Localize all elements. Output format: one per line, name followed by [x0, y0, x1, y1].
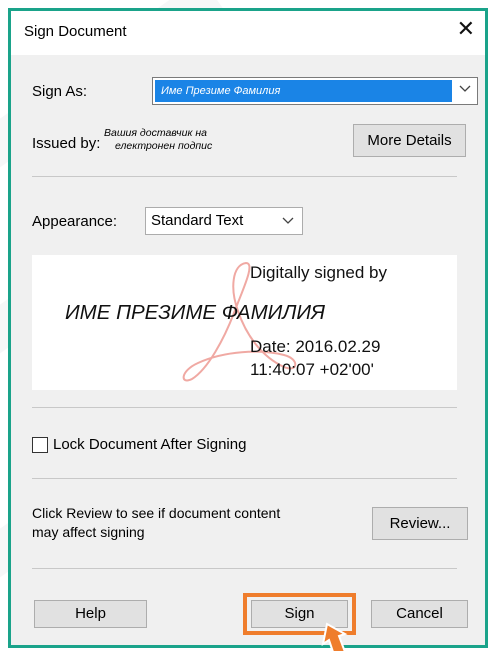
help-button[interactable]: Help: [34, 600, 147, 628]
appearance-label: Appearance:: [32, 213, 118, 230]
appearance-select[interactable]: Standard Text: [145, 207, 303, 235]
review-description-line-2: may affect signing: [32, 524, 145, 540]
review-description-line-1: Click Review to see if document content: [32, 505, 281, 521]
preview-signer-name: ИМЕ ПРЕЗИМЕ ФАМИЛИЯ: [65, 301, 326, 324]
title-bar: Sign Document ✕: [11, 11, 485, 55]
appearance-selected-value: Standard Text: [151, 212, 244, 229]
preview-line-1: Digitally signed by: [250, 263, 388, 282]
divider: [32, 176, 457, 177]
preview-line-3: 11:40:07 +02'00': [250, 360, 374, 379]
issuer-line-2: електронен подпис: [115, 140, 213, 152]
arrow-pointer-icon: [321, 622, 348, 652]
divider: [32, 407, 457, 408]
divider: [32, 478, 457, 479]
issuer-line-1: Вашия доставчик на: [104, 127, 207, 139]
sign-as-label: Sign As:: [32, 83, 88, 100]
sign-as-selected-value: Име Презиме Фамилия: [155, 80, 452, 102]
more-details-button[interactable]: More Details: [353, 124, 466, 157]
divider: [32, 568, 457, 569]
chevron-down-icon[interactable]: [282, 214, 294, 229]
lock-document-label: Lock Document After Signing: [53, 436, 247, 453]
chevron-down-icon[interactable]: [459, 82, 471, 97]
sign-document-dialog: Sign Document ✕ Sign As: Име Презиме Фам…: [8, 8, 488, 648]
preview-line-2: Date: 2016.02.29: [250, 337, 381, 356]
lock-document-checkbox[interactable]: [32, 437, 48, 453]
issued-by-label: Issued by:: [32, 135, 101, 152]
close-icon[interactable]: ✕: [457, 17, 475, 41]
review-button[interactable]: Review...: [372, 507, 468, 540]
sign-as-select[interactable]: Име Презиме Фамилия: [152, 77, 478, 105]
dialog-title: Sign Document: [24, 23, 127, 40]
cancel-button[interactable]: Cancel: [371, 600, 468, 628]
signature-preview: Digitally signed by ИМЕ ПРЕЗИМЕ ФАМИЛИЯ …: [32, 255, 457, 390]
